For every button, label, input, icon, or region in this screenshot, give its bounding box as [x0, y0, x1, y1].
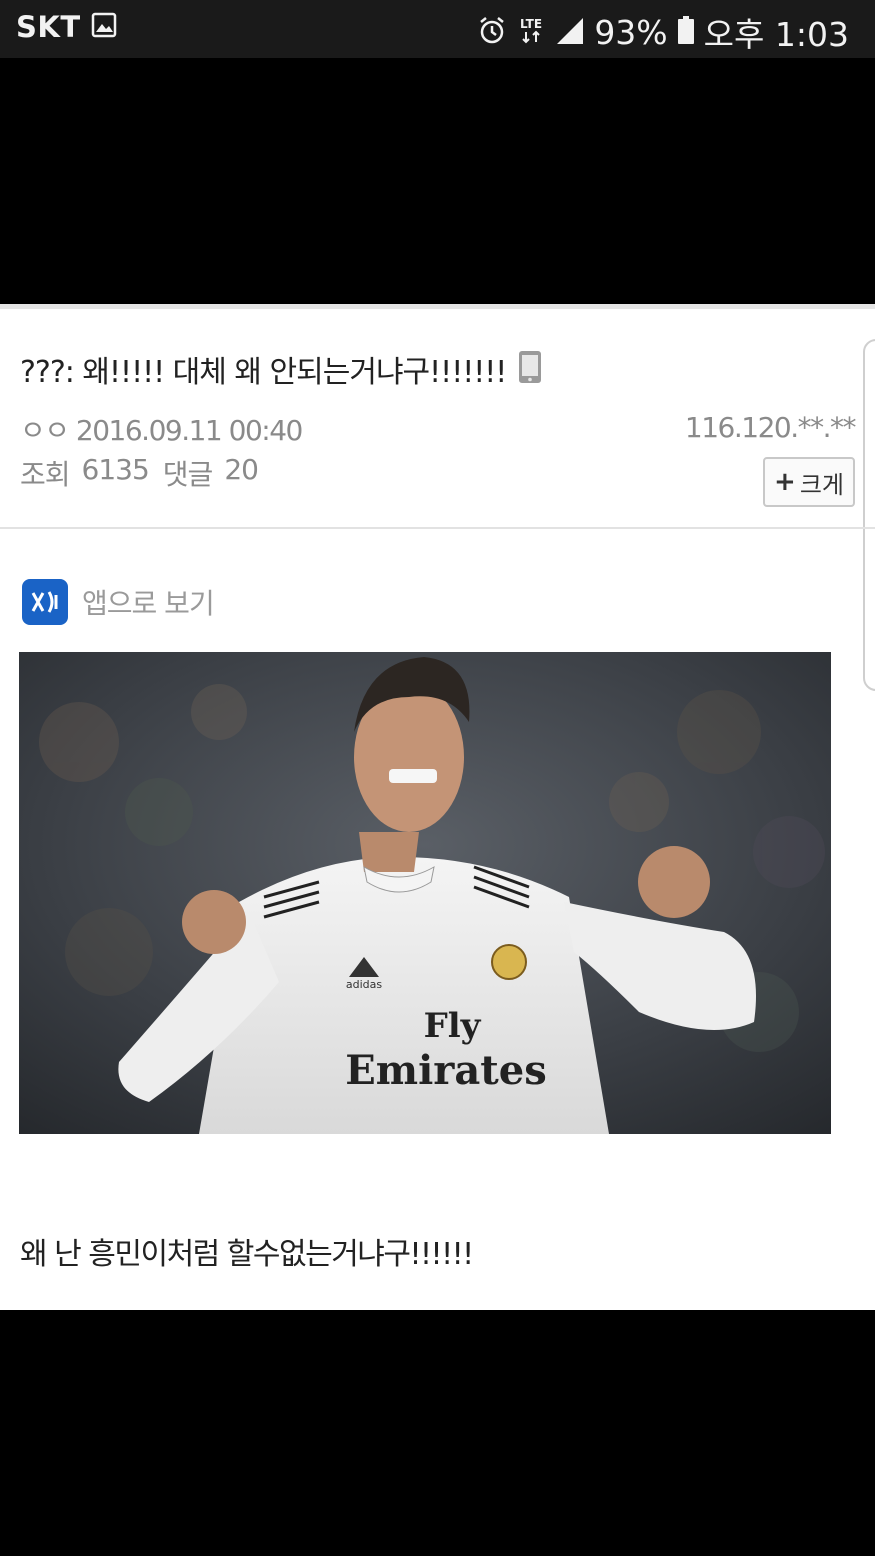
status-bar: SKT LTE 93% 오후 1:03	[0, 0, 875, 58]
clock: 오후 1:03	[703, 15, 849, 54]
post-title: ???: 왜!!!!! 대체 왜 안되는거냐구!!!!!!!	[20, 355, 507, 390]
post-photo[interactable]: adidas Fly Emirates	[19, 652, 831, 1134]
post-stats: 조회 6135 댓글 20	[20, 453, 259, 493]
enlarge-label: 크게	[799, 470, 844, 499]
gallery-icon	[91, 12, 117, 42]
open-in-app-link[interactable]: 앱으로 보기	[22, 579, 215, 625]
app-view-label: 앱으로 보기	[82, 587, 215, 620]
comments-label: 댓글	[162, 458, 214, 491]
signal-icon	[555, 14, 585, 50]
jersey-sponsor-line2: Emirates	[345, 1047, 546, 1094]
app-logo-icon	[22, 579, 68, 625]
post-body: 왜 난 흥민이처럼 할수없는거냐구!!!!!!	[20, 1237, 474, 1272]
title-row: ???: 왜!!!!! 대체 왜 안되는거냐구!!!!!!!	[20, 347, 542, 391]
jersey-sponsor-line1: Fly	[424, 1006, 482, 1046]
side-panel-handle[interactable]	[863, 339, 875, 691]
battery-percent: 93%	[594, 12, 668, 52]
views-stat: 조회 6135	[20, 453, 150, 493]
battery-icon	[677, 14, 695, 50]
lte-icon: LTE	[516, 14, 546, 50]
alarm-icon	[477, 14, 507, 50]
plus-icon: +	[774, 467, 796, 497]
comments-count: 20	[224, 453, 259, 486]
enlarge-button[interactable]: + 크게	[763, 457, 855, 507]
status-right: LTE 93% 오후 1:03	[477, 8, 849, 56]
carrier-label: SKT	[16, 10, 81, 44]
lte-text: LTE	[520, 17, 542, 31]
status-left: SKT	[16, 10, 117, 44]
article-card: ???: 왜!!!!! 대체 왜 안되는거냐구!!!!!!! ㅇㅇ 2016.0…	[0, 304, 875, 1310]
header-divider	[0, 527, 875, 529]
views-label: 조회	[20, 458, 71, 491]
comments-stat: 댓글 20	[162, 453, 259, 493]
jersey-brand-text: adidas	[346, 978, 383, 991]
post-ip: 116.120.**.**	[684, 411, 857, 444]
views-count: 6135	[81, 453, 150, 486]
mobile-icon	[518, 350, 542, 388]
post-author-date: ㅇㅇ 2016.09.11 00:40	[20, 414, 303, 447]
